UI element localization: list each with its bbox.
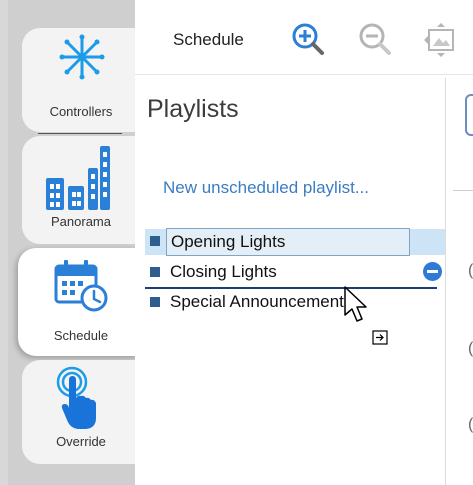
nav-item-schedule[interactable]: Schedule xyxy=(26,254,136,354)
fit-to-view-icon[interactable] xyxy=(423,22,459,58)
touch-hand-icon xyxy=(56,366,96,429)
right-panel-item: ( xyxy=(468,262,473,279)
drop-insertion-line xyxy=(145,287,437,289)
right-panel-item: ( xyxy=(468,416,473,433)
playlist-marker xyxy=(150,297,160,307)
playlist-name[interactable]: Opening Lights xyxy=(166,228,410,256)
zoom-in-icon[interactable] xyxy=(290,22,326,58)
nav-label-controllers: Controllers xyxy=(49,104,113,119)
drag-cursor-icon xyxy=(344,286,388,345)
right-panel-control[interactable] xyxy=(465,94,473,136)
playlist-item-opening-lights[interactable]: Opening Lights xyxy=(145,228,445,256)
panel-divider xyxy=(445,78,446,485)
playlist-name: Closing Lights xyxy=(170,262,277,281)
nav-separator xyxy=(38,133,122,134)
nav-item-controllers[interactable]: Controllers xyxy=(26,32,136,132)
right-panel-item: ( xyxy=(468,340,473,357)
rail-edge xyxy=(0,0,8,485)
nav-label-override: Override xyxy=(56,434,106,449)
toolbar-title: Schedule xyxy=(173,30,244,49)
nav-label-panorama: Panorama xyxy=(51,214,111,229)
zoom-out-icon[interactable] xyxy=(357,22,393,58)
nav-item-panorama[interactable]: Panorama xyxy=(26,140,136,240)
new-unscheduled-playlist-link[interactable]: New unscheduled playlist... xyxy=(163,178,369,198)
nav-item-override[interactable]: Override xyxy=(26,364,136,464)
playlist-marker xyxy=(150,236,160,246)
playlist-item-special-announcement[interactable]: Special Announcement xyxy=(145,290,445,316)
toolbar-divider xyxy=(135,74,473,75)
main-pane: Schedule Playlists ( ( ( New unscheduled… xyxy=(135,0,473,485)
playlists-heading: Playlists xyxy=(147,95,239,123)
bar-chart-icon xyxy=(46,146,110,210)
playlist-marker xyxy=(150,267,160,277)
right-panel-rule xyxy=(453,190,473,191)
navigation-rail: Controllers Panorama Schedule Override xyxy=(0,0,138,485)
starburst-icon xyxy=(59,34,105,80)
playlist-item-closing-lights[interactable]: Closing Lights xyxy=(145,260,445,286)
nav-label-schedule: Schedule xyxy=(53,328,109,343)
calendar-clock-icon xyxy=(54,260,108,312)
remove-playlist-button[interactable] xyxy=(423,262,442,281)
playlist-name: Special Announcement xyxy=(170,292,344,311)
